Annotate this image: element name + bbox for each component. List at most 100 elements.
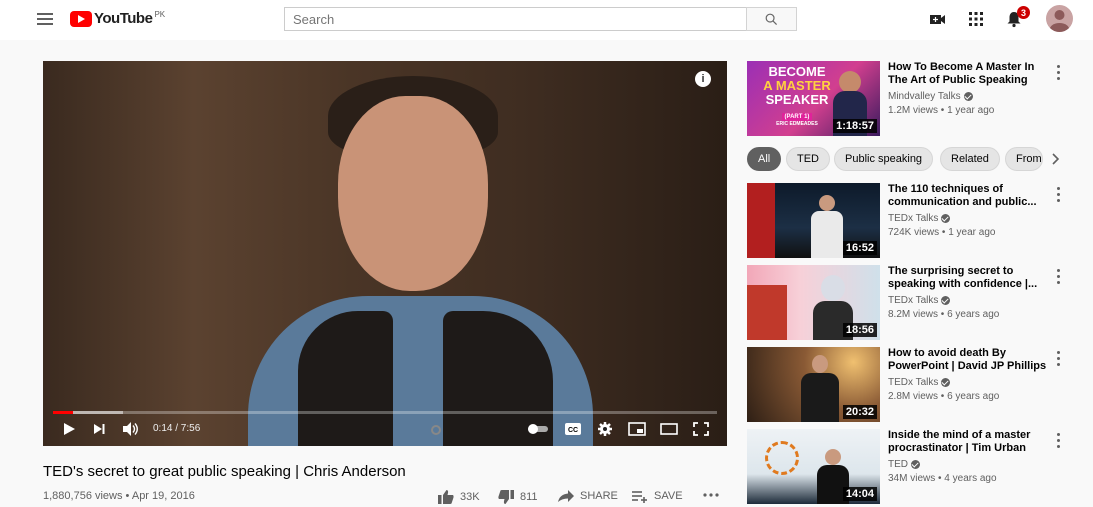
- recommended-video[interactable]: 14:04 Inside the mind of a master procra…: [747, 429, 1077, 505]
- masthead: YouTube PK 3: [0, 0, 1093, 40]
- video-thumbnail[interactable]: 18:56: [747, 265, 880, 340]
- more-options-icon[interactable]: [1053, 267, 1063, 285]
- recommended-video-title[interactable]: The 110 techniques of communication and …: [888, 183, 1053, 209]
- theater-mode-button[interactable]: [659, 419, 679, 439]
- miniplayer-icon: [628, 422, 646, 436]
- channel-watermark[interactable]: [431, 425, 441, 435]
- more-options-icon[interactable]: [1053, 185, 1063, 203]
- settings-button[interactable]: [595, 419, 615, 439]
- video-title: TED's secret to great public speaking | …: [43, 463, 406, 480]
- time-display: 0:14 / 7:56: [153, 423, 201, 434]
- more-options-icon[interactable]: [1053, 431, 1063, 449]
- video-stats: 724K views • 1 year ago: [888, 227, 996, 238]
- thumbnail-person: [839, 71, 861, 93]
- channel-name[interactable]: TEDx Talks: [888, 213, 951, 224]
- recommended-video[interactable]: BECOME A MASTER SPEAKER (PART 1) ERIC ED…: [747, 61, 1077, 137]
- chevron-right-icon[interactable]: [1047, 151, 1063, 167]
- more-actions-button[interactable]: [703, 493, 724, 497]
- like-count: 33K: [460, 491, 480, 503]
- progress-played: [53, 411, 73, 414]
- dislike-count: 811: [520, 491, 538, 503]
- like-button[interactable]: 33K: [437, 489, 480, 505]
- theater-mode-icon: [660, 423, 678, 435]
- recommended-video-title[interactable]: How To Become A Master In The Art of Pub…: [888, 61, 1053, 87]
- subtitles-button[interactable]: CC: [563, 419, 583, 439]
- save-button[interactable]: SAVE: [631, 489, 683, 503]
- video-thumbnail[interactable]: 16:52: [747, 183, 880, 258]
- chip-all[interactable]: All: [747, 147, 782, 171]
- chip-related[interactable]: Related: [940, 147, 1000, 171]
- video-duration: 18:56: [842, 323, 877, 337]
- share-label: SHARE: [580, 490, 618, 502]
- save-label: SAVE: [654, 490, 683, 502]
- verified-icon: [941, 378, 951, 387]
- share-button[interactable]: SHARE: [557, 489, 618, 503]
- logo-text: YouTube: [94, 10, 153, 27]
- recommended-video-title[interactable]: How to avoid death By PowerPoint | David…: [888, 347, 1053, 373]
- channel-name-text: TEDx Talks: [888, 377, 939, 388]
- dislike-button[interactable]: 811: [497, 489, 538, 505]
- video-thumbnail[interactable]: 20:32: [747, 347, 880, 422]
- thumbnail-person-body: [801, 373, 839, 422]
- fullscreen-button[interactable]: [691, 419, 711, 439]
- channel-name-text: Mindvalley Talks: [888, 91, 961, 102]
- video-duration: 16:52: [842, 241, 877, 255]
- recommended-video[interactable]: 18:56 The surprising secret to speaking …: [747, 265, 1077, 341]
- video-duration: 20:32: [842, 405, 877, 419]
- volume-icon: [123, 422, 138, 436]
- thumbnail-person: [825, 449, 841, 465]
- info-icon[interactable]: i: [695, 71, 711, 87]
- search-icon: [765, 13, 778, 25]
- search-input[interactable]: [284, 7, 746, 31]
- channel-name[interactable]: TEDx Talks: [888, 377, 951, 388]
- more-options-icon[interactable]: [1053, 63, 1063, 81]
- verified-icon: [941, 296, 951, 305]
- create-video-icon[interactable]: [928, 9, 948, 29]
- channel-name[interactable]: TEDx Talks: [888, 295, 951, 306]
- notification-count-badge: 3: [1017, 6, 1030, 19]
- volume-button[interactable]: [121, 419, 141, 439]
- next-icon: [94, 424, 105, 434]
- video-thumbnail[interactable]: 14:04: [747, 429, 880, 504]
- thumbnail-text-line: ERIC EDMEADES: [776, 121, 818, 127]
- hamburger-menu-icon[interactable]: [35, 10, 55, 30]
- video-stats: 8.2M views • 6 years ago: [888, 309, 1000, 320]
- video-stats: 2.8M views • 6 years ago: [888, 391, 1000, 402]
- more-options-icon[interactable]: [1053, 349, 1063, 367]
- video-thumbnail[interactable]: BECOME A MASTER SPEAKER (PART 1) ERIC ED…: [747, 61, 880, 136]
- recommended-video[interactable]: 20:32 How to avoid death By PowerPoint |…: [747, 347, 1077, 423]
- logo-country-code: PK: [154, 10, 166, 19]
- verified-icon: [941, 214, 951, 223]
- chip-ted[interactable]: TED: [786, 147, 830, 171]
- fullscreen-icon: [693, 422, 709, 436]
- autoplay-toggle[interactable]: [527, 419, 549, 439]
- verified-icon: [911, 460, 920, 469]
- youtube-play-icon: [70, 10, 92, 27]
- avatar[interactable]: [1046, 5, 1073, 32]
- recommended-video-title[interactable]: Inside the mind of a master procrastinat…: [888, 429, 1053, 455]
- chip-public-speaking[interactable]: Public speaking: [834, 147, 934, 171]
- progress-bar[interactable]: [53, 411, 717, 414]
- video-duration: 1:18:57: [833, 119, 877, 133]
- channel-name-text: TED: [888, 459, 908, 470]
- thumbnail-illustration: [765, 441, 799, 475]
- thumbs-up-icon: [438, 490, 454, 504]
- thumbnail-text-line: BECOME: [768, 64, 826, 79]
- play-button[interactable]: [61, 419, 77, 439]
- video-frame-detail: [298, 311, 393, 446]
- apps-grid-icon[interactable]: [966, 9, 986, 29]
- video-duration: 14:04: [842, 487, 877, 501]
- channel-name[interactable]: TED: [888, 459, 920, 470]
- share-icon: [558, 490, 574, 502]
- youtube-logo[interactable]: YouTube PK: [70, 10, 165, 27]
- thumbnail-background: [747, 183, 775, 258]
- next-button[interactable]: [91, 419, 107, 439]
- video-player[interactable]: i 0:14 / 7:56 CC: [43, 61, 727, 446]
- recommended-video[interactable]: 16:52 The 110 techniques of communicatio…: [747, 183, 1077, 259]
- video-frame-detail: [338, 96, 488, 291]
- miniplayer-button[interactable]: [627, 419, 647, 439]
- channel-name[interactable]: Mindvalley Talks: [888, 91, 973, 102]
- recommended-video-title[interactable]: The surprising secret to speaking with c…: [888, 265, 1053, 291]
- search-button[interactable]: [746, 7, 797, 31]
- chip-from[interactable]: From: [1005, 147, 1043, 171]
